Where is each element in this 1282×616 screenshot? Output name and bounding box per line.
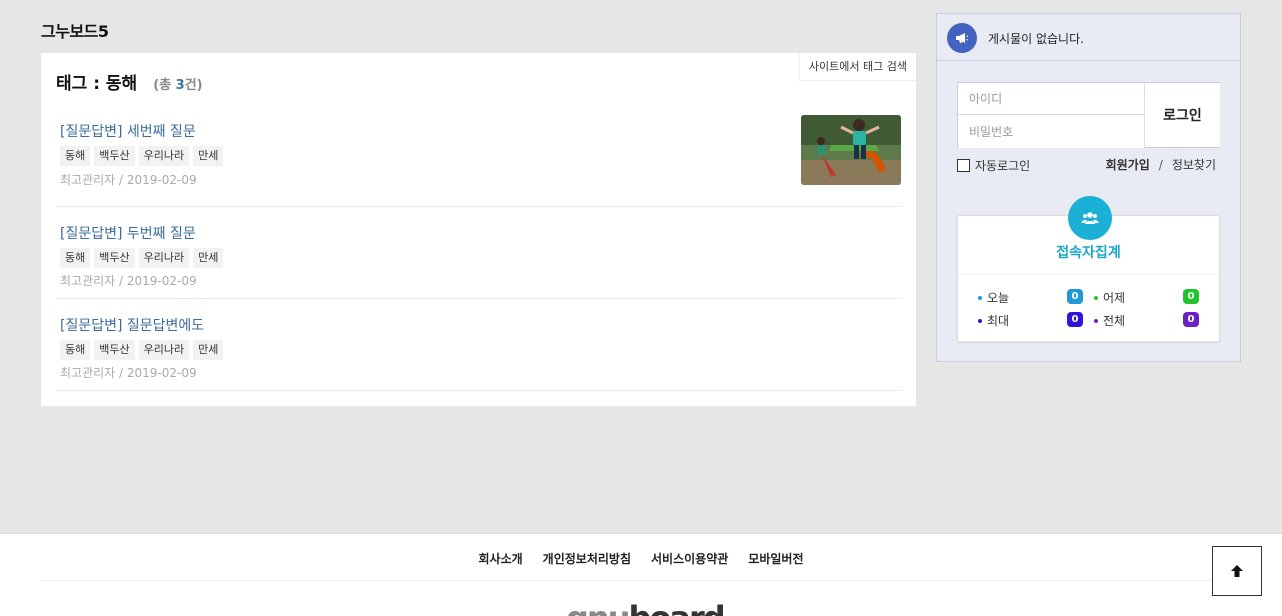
tag-results-panel: 사이트에서 태그 검색 태그 : 동해 (총 3건) [질문답변] 세번째 질문 … [41,53,916,406]
post-tags: 동해 백두산 우리나라 만세 [60,248,224,268]
post-tags: 동해 백두산 우리나라 만세 [60,340,224,360]
post-item: [질문답변] 질문답변에도 동해 백두산 우리나라 만세 최고관리자 / 201… [56,299,903,391]
post-item: [질문답변] 세번째 질문 동해 백두산 우리나라 만세 최고관리자 / 201… [56,115,903,207]
divider [958,274,1219,275]
result-count: (총 3건) [153,78,202,93]
tag-chip[interactable]: 만세 [193,146,224,166]
footer-link-terms[interactable]: 서비스이용약관 [651,550,728,567]
tag-chip[interactable]: 동해 [60,248,91,268]
visitor-stats-title: 접속자집계 [1056,245,1121,261]
users-icon [1068,196,1112,240]
username-field[interactable]: 아이디 [958,83,1144,115]
post-tags: 동해 백두산 우리나라 만세 [60,146,224,166]
post-meta: 최고관리자 / 2019-02-09 [60,173,197,187]
stat-max: 최대 [978,312,1009,329]
post-meta: 최고관리자 / 2019-02-09 [60,274,197,288]
divider [41,580,1241,581]
tag-chip[interactable]: 동해 [60,146,91,166]
dot-icon [1094,295,1098,300]
megaphone-icon [947,23,977,53]
tag-heading-name: 동해 [105,74,138,94]
password-field[interactable]: 비밀번호 [958,116,1144,148]
tag-chip[interactable]: 백두산 [94,146,135,166]
stat-max-value: 0 [1067,312,1083,327]
stat-total: 전체 [1094,312,1125,329]
tag-heading-prefix: 태그 : [56,74,106,94]
login-form: 아이디 비밀번호 로그인 [957,82,1220,148]
login-button[interactable]: 로그인 [1144,83,1220,147]
footer-link-company[interactable]: 회사소개 [479,550,523,567]
notice-bar: 게시물이 없습니다. [937,14,1240,61]
post-title-link[interactable]: [질문답변] 세번째 질문 [60,121,196,141]
footer-link-mobile[interactable]: 모바일버전 [748,550,803,567]
site-title: 그누보드5 [41,22,109,41]
dot-icon [978,318,982,323]
tag-chip[interactable]: 백두산 [94,340,135,360]
join-link[interactable]: 회원가입 [1106,158,1150,172]
tag-chip[interactable]: 만세 [193,248,224,268]
sidebar: 게시물이 없습니다. 아이디 비밀번호 로그인 자동로그인 회원가입 / 정보찾기 … [936,13,1241,362]
visitor-stats: 접속자집계 오늘 0 어제 0 최대 0 전체 0 [957,196,1220,342]
logo-part: gnu [566,599,630,616]
footer: 회사소개 개인정보처리방침 서비스이용약관 모바일버전 gnuboard [0,533,1282,616]
tag-chip[interactable]: 우리나라 [138,146,190,166]
post-title-link[interactable]: [질문답변] 질문답변에도 [60,315,204,335]
autologin-option: 자동로그인 [957,157,1030,174]
tag-chip[interactable]: 우리나라 [138,248,190,268]
stat-total-value: 0 [1183,312,1199,327]
tag-heading: 태그 : 동해 (총 3건) [56,69,203,94]
stat-label: 어제 [1103,291,1126,305]
footer-links: 회사소개 개인정보처리방침 서비스이용약관 모바일버전 [0,550,1282,567]
stat-yesterday-value: 0 [1183,289,1199,304]
post-title-link[interactable]: [질문답변] 두번째 질문 [60,223,196,243]
find-info-link[interactable]: 정보찾기 [1172,158,1216,172]
post-thumbnail[interactable] [801,115,901,185]
count-prefix: (총 [153,78,176,93]
stat-label: 오늘 [987,291,1010,305]
login-links: 회원가입 / 정보찾기 [1106,156,1216,173]
link-separator: / [1158,158,1163,172]
count-suffix: 건) [184,78,203,93]
stat-today-value: 0 [1067,289,1083,304]
stat-yesterday: 어제 [1094,289,1125,306]
scroll-top-button[interactable] [1212,546,1262,596]
post-meta: 최고관리자 / 2019-02-09 [60,366,197,380]
dot-icon [1094,318,1098,323]
autologin-label[interactable]: 자동로그인 [975,157,1030,174]
tag-search-button[interactable]: 사이트에서 태그 검색 [798,53,916,81]
tag-chip[interactable]: 우리나라 [138,340,190,360]
footer-link-privacy[interactable]: 개인정보처리방침 [543,550,631,567]
tag-chip[interactable]: 백두산 [94,248,135,268]
post-item: [질문답변] 두번째 질문 동해 백두산 우리나라 만세 최고관리자 / 201… [56,207,903,299]
stat-today: 오늘 [978,289,1009,306]
footer-logo: gnuboard [566,598,726,616]
logo-part: board [628,599,725,616]
tag-chip[interactable]: 동해 [60,340,91,360]
notice-text: 게시물이 없습니다. [988,32,1084,46]
tag-chip[interactable]: 만세 [193,340,224,360]
autologin-checkbox[interactable] [957,159,970,172]
count-value: 3 [175,78,185,93]
stat-label: 전체 [1103,314,1126,328]
dot-icon [978,295,982,300]
arrow-up-icon [1231,565,1243,577]
stat-label: 최대 [987,314,1010,328]
